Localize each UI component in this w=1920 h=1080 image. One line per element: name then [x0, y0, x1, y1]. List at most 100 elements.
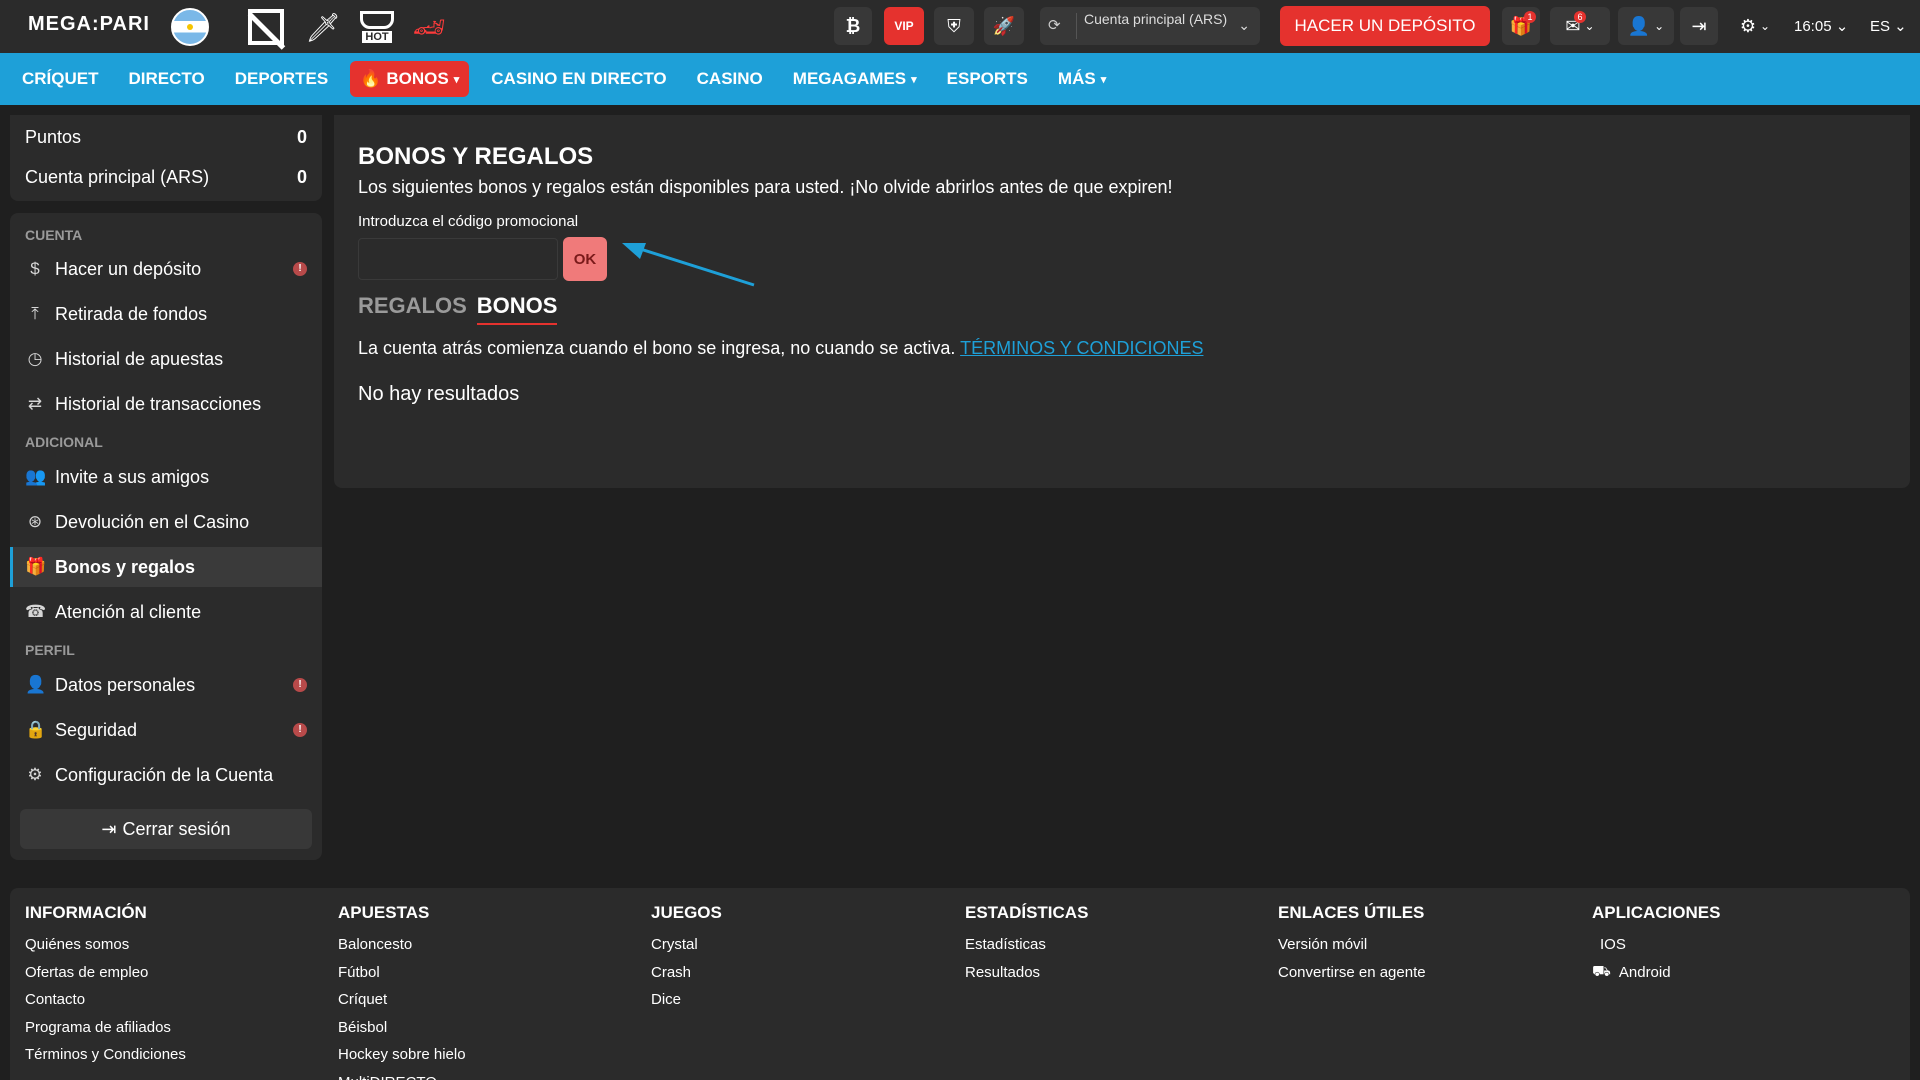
warning-icon: ! — [293, 678, 307, 692]
sidebar-item-bonuses[interactable]: 🎁 Bonos y regalos — [10, 547, 322, 587]
nav-bonos[interactable]: 🔥 BONOS ▾ — [350, 61, 470, 97]
nav-megagames[interactable]: MEGAGAMES ▾ — [793, 69, 917, 89]
footer-col-enlaces: ENLACES ÚTILES Versión móvil Convertirse… — [1278, 903, 1426, 986]
exit-icon[interactable]: ⇥ — [1680, 7, 1718, 45]
footer-link-android[interactable]: ⛟ Android — [1592, 959, 1720, 987]
refresh-icon[interactable]: ⟳ — [1048, 16, 1061, 34]
argentina-flag-icon[interactable] — [171, 8, 209, 46]
account-balance-value: 0 — [296, 167, 307, 187]
messages-button[interactable]: ✉ ⌄ 6 — [1550, 7, 1610, 45]
account-selector[interactable]: ⟳ Cuenta principal (ARS) ⌄ — [1040, 7, 1260, 45]
tab-gifts[interactable]: REGALOS — [358, 293, 467, 325]
account-selector-label: Cuenta principal (ARS) — [1084, 11, 1228, 27]
footer-link[interactable]: Versión móvil — [1278, 931, 1426, 959]
footer-link[interactable]: Estadísticas — [965, 931, 1088, 959]
footer-link[interactable]: Ofertas de empleo — [25, 959, 186, 987]
footer-link[interactable]: Baloncesto — [338, 931, 466, 959]
sidebar-item-account-settings[interactable]: ⚙ Configuración de la Cuenta — [10, 755, 322, 795]
footer-link[interactable]: MultiDIRECTO — [338, 1069, 466, 1080]
nav-deportes[interactable]: DEPORTES — [235, 69, 329, 89]
nav-megagames-label: MEGAGAMES — [792, 69, 907, 88]
gear-icon: ⚙ — [27, 765, 43, 784]
gift-button[interactable]: 🎁 1 — [1502, 7, 1540, 45]
countdown-notice-text: La cuenta atrás comienza cuando el bono … — [358, 338, 956, 358]
footer-link[interactable]: Programa de afiliados — [25, 1014, 186, 1042]
nav-criquet[interactable]: CRÍQUET — [22, 69, 99, 89]
annotation-arrow — [622, 243, 755, 287]
chevron-down-icon: ▾ — [453, 73, 460, 86]
chevron-down-icon: ⌄ — [1238, 17, 1250, 33]
footer-link[interactable]: Resultados — [965, 959, 1088, 987]
bonus-tabs: REGALOS BONOS — [358, 293, 558, 325]
footer-link-ios[interactable]: IOS — [1592, 931, 1720, 959]
footer-link[interactable]: Fútbol — [338, 959, 466, 987]
promo-code-input[interactable] — [358, 238, 558, 280]
footer-link-label: Android — [1618, 963, 1671, 981]
sidebar-item-support[interactable]: ☎ Atención al cliente — [10, 592, 322, 632]
footer-link[interactable]: Términos y Condiciones — [25, 1041, 186, 1069]
footer-link[interactable]: Contacto — [25, 986, 186, 1014]
nav-directo[interactable]: DIRECTO — [129, 69, 205, 89]
megapari-logo[interactable]: MEGA:PARI — [28, 13, 150, 36]
footer-title: INFORMACIÓN — [25, 903, 147, 922]
sidebar-item-label: Seguridad — [55, 719, 138, 740]
footer-link[interactable]: Críquet — [338, 986, 466, 1014]
messages-badge: 6 — [1574, 11, 1586, 23]
promo-ok-button[interactable]: OK — [563, 237, 607, 281]
nav-mas[interactable]: MÁS ▾ — [1058, 69, 1106, 89]
time-selector[interactable]: 16:05 ⌄ — [1794, 17, 1848, 35]
footer-link[interactable]: Convertirse en agente — [1278, 959, 1426, 987]
sidebar-item-bet-history[interactable]: ◷ Historial de apuestas — [10, 339, 322, 379]
footer-link[interactable]: Hockey sobre hielo — [338, 1041, 466, 1069]
bitcoin-button[interactable]: ₿ — [834, 7, 872, 45]
footer-link[interactable]: Quiénes somos — [25, 931, 186, 959]
tab-bonuses[interactable]: BONOS — [476, 293, 558, 325]
footer-link[interactable]: Crash — [651, 959, 722, 987]
sidebar-item-transactions[interactable]: ⇄ Historial de transacciones — [10, 384, 322, 424]
points-row: Puntos 0 — [25, 127, 307, 148]
warning-icon: ! — [293, 262, 307, 276]
balance-summary: Puntos 0 Cuenta principal (ARS) 0 — [10, 115, 322, 201]
footer-col-juegos: JUEGOS Crystal Crash Dice — [651, 903, 722, 1014]
language-selector[interactable]: ES ⌄ — [1870, 17, 1907, 35]
warning-icon: ! — [293, 723, 307, 737]
page-title: BONOS Y REGALOS — [358, 143, 594, 170]
nav-casino-en-directo[interactable]: CASINO EN DIRECTO — [491, 69, 666, 89]
sidebar-item-cashback[interactable]: ⊛ Devolución en el Casino — [10, 502, 322, 542]
sidebar-item-personal-data[interactable]: 👤 Datos personales ! — [10, 665, 322, 705]
sidebar-item-label: Bonos y regalos — [55, 556, 196, 577]
nav-casino[interactable]: CASINO — [697, 69, 763, 89]
footer-title: APLICACIONES — [1592, 903, 1721, 922]
hot-label: HOT — [362, 31, 392, 43]
chevron-down-icon: ▾ — [911, 73, 917, 86]
rocket-icon[interactable]: 🚀 — [984, 7, 1024, 45]
dota-icon[interactable] — [245, 7, 287, 47]
sidebar-item-label: Hacer un depósito — [55, 258, 202, 279]
footer-link[interactable]: Dice — [651, 986, 722, 1014]
sidebar-item-invite[interactable]: 👥 Invite a sus amigos — [10, 457, 322, 497]
lock-icon: 🔒 — [25, 720, 47, 739]
shield-icon[interactable]: ⛨ — [934, 7, 974, 45]
hot-games-icon[interactable]: HOT — [355, 7, 399, 47]
sidebar-item-withdraw[interactable]: ⤒ Retirada de fondos — [10, 294, 322, 334]
race-car-icon[interactable]: 🏎 — [408, 7, 450, 47]
top-bar: MEGA:PARI 🗡 HOT 🏎 ₿ VIP ⛨ 🚀 ⟳ Cuenta pri… — [0, 0, 1920, 53]
footer-link[interactable]: Béisbol — [338, 1014, 466, 1042]
terms-link[interactable]: TÉRMINOS Y CONDICIONES — [960, 338, 1203, 358]
dollar-icon: $ — [30, 259, 40, 278]
chevron-down-icon: ⌄ — [1654, 19, 1665, 33]
footer-link[interactable]: Crystal — [651, 931, 722, 959]
nav-bonos-label: BONOS — [386, 69, 449, 88]
nav-esports[interactable]: ESPORTS — [947, 69, 1028, 89]
deposit-button[interactable]: HACER UN DEPÓSITO — [1280, 6, 1490, 46]
gear-icon: ⚙ — [1739, 15, 1757, 36]
vip-button[interactable]: VIP — [884, 7, 924, 45]
sidebar-item-label: Historial de transacciones — [55, 393, 262, 414]
fighter-icon[interactable]: 🗡 — [305, 7, 341, 47]
logout-button[interactable]: ⇥ Cerrar sesión — [20, 809, 312, 849]
settings-button[interactable]: ⚙ ⌄ — [1730, 7, 1780, 45]
account-sidebar: CUENTA $ Hacer un depósito ! ⤒ Retirada … — [10, 213, 322, 860]
sidebar-item-security[interactable]: 🔒 Seguridad ! — [10, 710, 322, 750]
user-menu-button[interactable]: 👤 ⌄ — [1618, 7, 1674, 45]
sidebar-item-deposit[interactable]: $ Hacer un depósito ! — [10, 249, 322, 289]
